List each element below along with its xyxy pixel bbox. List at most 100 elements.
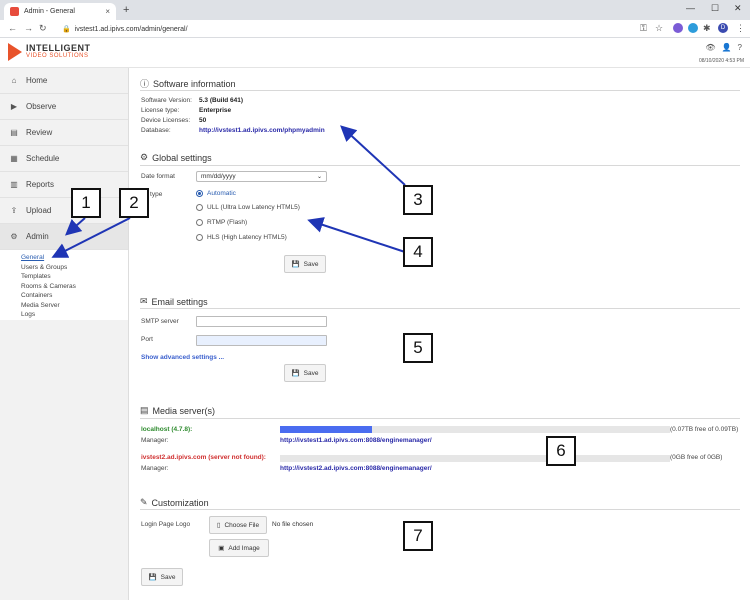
button-label: Save — [303, 260, 319, 268]
software-section-title: ⓘ Software information — [140, 77, 236, 90]
submenu-rooms-cameras[interactable]: Rooms & Cameras — [21, 282, 128, 292]
floppy-icon: 💾 — [291, 261, 300, 268]
tab-title: Admin - General — [24, 8, 75, 15]
submenu-templates[interactable]: Templates — [21, 272, 128, 282]
radio-label: RTMP (Flash) — [207, 219, 248, 226]
callout-1: 1 — [71, 188, 101, 218]
callout-4: 4 — [403, 237, 433, 267]
section-title-text: Customization — [151, 497, 209, 508]
custom-save-button[interactable]: 💾 Save — [141, 568, 183, 586]
date-format-select[interactable]: mm/dd/yyyy ⌄ — [196, 171, 327, 182]
select-value: mm/dd/yyyy — [201, 173, 236, 180]
sidebar-item-schedule[interactable]: ▦ Schedule — [0, 146, 128, 172]
sidebar-item-label: Schedule — [26, 154, 60, 163]
calendar-icon: ▦ — [10, 154, 18, 163]
callout-7: 7 — [403, 521, 433, 551]
divider — [140, 509, 740, 510]
admin-submenu: General Users & Groups Templates Rooms &… — [0, 250, 128, 320]
radio-label: HLS (High Latency HTML5) — [207, 234, 287, 241]
button-label: Add Image — [228, 544, 260, 552]
sidebar-item-label: Home — [26, 76, 48, 85]
back-icon[interactable]: ← — [8, 23, 17, 33]
logo-label: Login Page Logo — [141, 521, 191, 528]
new-tab-button[interactable]: + — [123, 4, 129, 16]
manager-link[interactable]: http://ivstest2.ad.ipivs.com:8088/engine… — [280, 465, 432, 472]
url-field[interactable]: 🔒 ivstest1.ad.ipivs.com/admin/general/ — [62, 23, 622, 35]
devices-value: 50 — [199, 117, 207, 124]
reload-icon[interactable]: ↻ — [39, 23, 47, 34]
forward-icon[interactable]: → — [24, 23, 33, 33]
divider — [140, 90, 740, 91]
gear-icon: ⚙ — [10, 232, 18, 241]
sidebar-item-admin[interactable]: ⚙ Admin — [0, 224, 128, 250]
close-window-button[interactable]: ✕ — [734, 3, 742, 14]
header-icons: 👁 👤 ? — [705, 43, 742, 52]
video-icon: ▶ — [10, 102, 18, 111]
email-save-button[interactable]: 💾 Save — [284, 364, 326, 382]
callout-5: 5 — [403, 333, 433, 363]
film-icon: ▤ — [10, 128, 18, 137]
submenu-logs[interactable]: Logs — [21, 310, 128, 320]
sidebar-item-reports[interactable]: ▥ Reports — [0, 172, 128, 198]
divider — [140, 165, 740, 166]
sidebar-item-label: Upload — [26, 206, 52, 215]
smtp-label: SMTP server — [141, 318, 179, 325]
brand-subtitle: VIDEO SOLUTIONS — [26, 53, 89, 59]
sidebar-item-review[interactable]: ▤ Review — [0, 120, 128, 146]
address-bar: ← → ↻ 🔒 ivstest1.ad.ipivs.com/admin/gene… — [0, 20, 750, 38]
database-label: Database: — [141, 127, 171, 134]
eye-icon[interactable]: 👁 — [705, 43, 715, 52]
add-image-button[interactable]: ▣ Add Image — [209, 539, 269, 557]
app-header: INTELLIGENT VIDEO SOLUTIONS 👁 👤 ? 08/10/… — [0, 38, 750, 68]
radio-label: ULL (Ultra Low Latency HTML5) — [207, 204, 300, 211]
port-input[interactable] — [196, 335, 327, 346]
image-icon: ▣ — [218, 545, 225, 552]
favicon-icon — [10, 7, 19, 16]
extension-icon[interactable] — [673, 23, 683, 33]
extension-icon[interactable] — [688, 23, 698, 33]
radio-hls[interactable]: HLS (High Latency HTML5) — [196, 234, 287, 241]
star-icon[interactable]: ☆ — [655, 23, 663, 34]
radio-ull[interactable]: ULL (Ultra Low Latency HTML5) — [196, 204, 300, 211]
global-save-button[interactable]: 💾 Save — [284, 255, 326, 273]
radio-automatic[interactable]: Automatic — [196, 190, 236, 197]
logo[interactable]: INTELLIGENT VIDEO SOLUTIONS — [8, 43, 91, 61]
logo-mark-icon — [8, 43, 22, 61]
submenu-general[interactable]: General — [21, 253, 128, 263]
license-value: Enterprise — [199, 107, 232, 114]
home-icon: ⌂ — [11, 76, 17, 85]
manager-label: Manager: — [141, 437, 169, 444]
sidebar-item-label: Admin — [26, 232, 49, 241]
sidebar: ⌂ Home ▶ Observe ▤ Review ▦ Schedule ▥ R… — [0, 68, 129, 600]
radio-dot-icon — [196, 190, 203, 197]
user-icon[interactable]: 👤 — [722, 43, 732, 52]
sidebar-item-observe[interactable]: ▶ Observe — [0, 94, 128, 120]
maximize-button[interactable]: ☐ — [711, 3, 719, 14]
manager-link[interactable]: http://ivstest1.ad.ipivs.com:8088/engine… — [280, 437, 432, 444]
radio-dot-icon — [196, 234, 203, 241]
chart-icon: ▥ — [10, 180, 18, 189]
sidebar-item-home[interactable]: ⌂ Home — [0, 68, 128, 94]
section-title-text: Media server(s) — [152, 405, 216, 416]
advanced-settings-link[interactable]: Show advanced settings ... — [141, 354, 224, 361]
submenu-media-server[interactable]: Media Server — [21, 301, 128, 311]
sidebar-item-upload[interactable]: ⇪ Upload — [0, 198, 128, 224]
profile-avatar[interactable]: D — [718, 23, 728, 33]
radio-rtmp[interactable]: RTMP (Flash) — [196, 219, 247, 226]
submenu-containers[interactable]: Containers — [21, 291, 128, 301]
browser-tab[interactable]: Admin - General × — [4, 3, 116, 20]
tab-close-icon[interactable]: × — [105, 7, 110, 16]
puzzle-icon[interactable]: ✱ — [703, 23, 711, 34]
minimize-button[interactable]: — — [686, 3, 695, 13]
help-icon[interactable]: ? — [738, 43, 742, 52]
database-link[interactable]: http://ivstest1.ad.ipivs.com/phpmyadmin — [199, 127, 325, 134]
submenu-users-groups[interactable]: Users & Groups — [21, 263, 128, 273]
choose-file-button[interactable]: ▯ Choose File — [209, 516, 267, 534]
radio-dot-icon — [196, 219, 203, 226]
version-label: Software Version: — [141, 97, 192, 104]
key-icon[interactable]: ⚿ — [640, 23, 647, 34]
divider — [140, 418, 740, 419]
menu-dots-icon[interactable]: ⋮ — [736, 23, 745, 34]
server-name: localhost (4.7.8): — [141, 426, 193, 433]
smtp-input[interactable] — [196, 316, 327, 327]
